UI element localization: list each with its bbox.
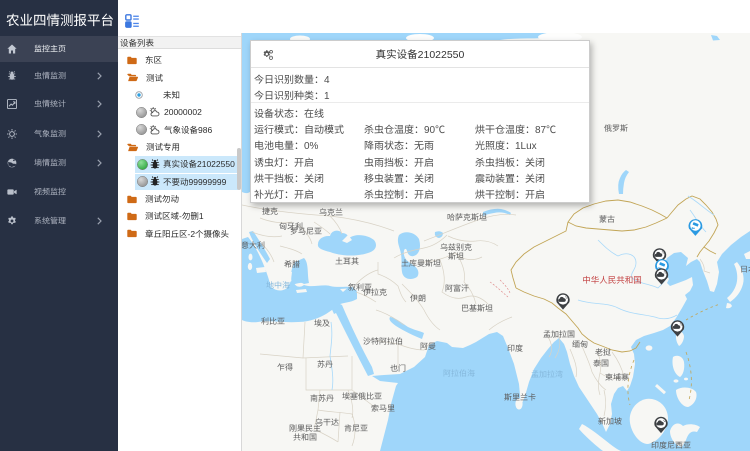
svg-text:地中海: 地中海 [266, 280, 290, 291]
svg-text:南苏丹: 南苏丹 [310, 393, 334, 404]
svg-text:肯尼亚: 肯尼亚 [344, 423, 368, 434]
svg-text:伊朗: 伊朗 [410, 293, 426, 304]
svg-text:希腊: 希腊 [284, 259, 300, 270]
svg-text:印度尼西亚: 印度尼西亚 [651, 440, 691, 451]
svg-text:阿拉伯海: 阿拉伯海 [443, 368, 475, 379]
svg-text:哈萨克斯坦: 哈萨克斯坦 [447, 212, 487, 223]
svg-text:泰国: 泰国 [593, 358, 609, 369]
svg-text:孟加拉湾: 孟加拉湾 [531, 369, 563, 380]
svg-text:捷克: 捷克 [262, 206, 278, 217]
svg-text:伊拉克: 伊拉克 [363, 287, 387, 298]
svg-text:斯里兰卡: 斯里兰卡 [504, 392, 536, 403]
svg-text:俄罗斯: 俄罗斯 [604, 123, 628, 134]
svg-text:缅甸: 缅甸 [572, 339, 588, 350]
svg-text:阿富汗: 阿富汗 [445, 283, 469, 294]
svg-text:乍得: 乍得 [277, 362, 293, 373]
svg-text:柬埔寨: 柬埔寨 [605, 372, 629, 383]
svg-text:索马里: 索马里 [371, 403, 395, 414]
svg-text:共和国: 共和国 [293, 432, 317, 443]
svg-text:意大利: 意大利 [242, 240, 265, 251]
svg-text:中华人民共和国: 中华人民共和国 [582, 274, 642, 286]
svg-text:土耳其: 土耳其 [335, 256, 359, 267]
svg-text:土库曼斯坦: 土库曼斯坦 [401, 258, 441, 269]
svg-text:蒙古: 蒙古 [599, 214, 615, 225]
svg-text:苏丹: 苏丹 [317, 359, 333, 370]
svg-text:斯坦: 斯坦 [448, 251, 464, 262]
svg-text:老挝: 老挝 [595, 347, 611, 358]
svg-text:沙特阿拉伯: 沙特阿拉伯 [363, 336, 403, 347]
svg-text:利比亚: 利比亚 [261, 316, 285, 327]
svg-text:埃塞俄比亚: 埃塞俄比亚 [342, 391, 382, 402]
svg-text:日本: 日本 [740, 264, 750, 275]
svg-text:埃及: 埃及 [314, 318, 330, 329]
svg-text:也门: 也门 [390, 363, 406, 374]
svg-text:罗马尼亚: 罗马尼亚 [290, 226, 322, 237]
svg-text:新加坡: 新加坡 [598, 416, 622, 427]
svg-text:巴基斯坦: 巴基斯坦 [461, 303, 493, 314]
svg-text:乌克兰: 乌克兰 [319, 207, 343, 218]
svg-text:阿曼: 阿曼 [420, 341, 436, 352]
svg-text:孟加拉国: 孟加拉国 [543, 329, 575, 340]
svg-text:印度: 印度 [507, 343, 523, 354]
